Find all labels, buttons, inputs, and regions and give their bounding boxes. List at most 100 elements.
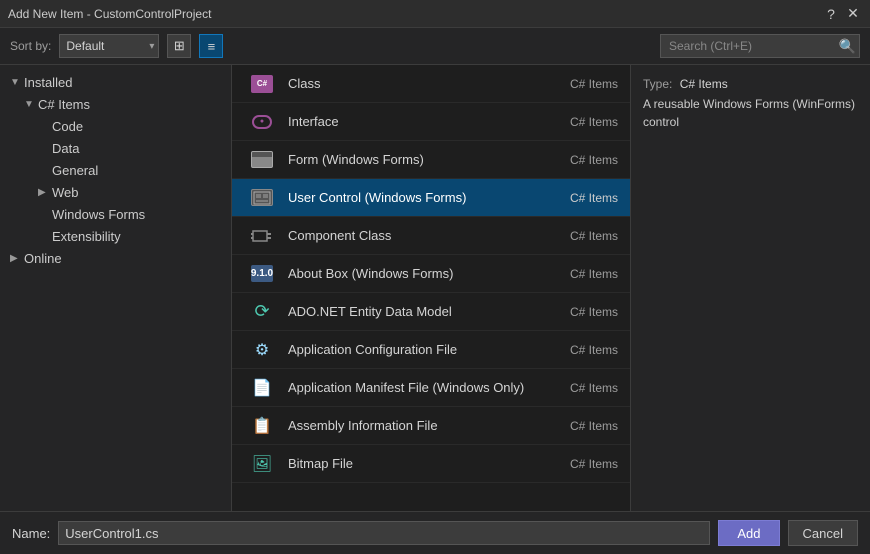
close-button[interactable]: ✕ [844,5,862,23]
form-icon [251,151,273,168]
sort-label: Sort by: [10,39,51,53]
name-label: Name: [12,526,50,541]
sidebar-item-general[interactable]: General [0,159,231,181]
about-icon: 9.1.0 [251,265,273,282]
item-icon-interface [244,107,280,137]
info-type-value: C# Items [680,77,728,91]
sidebar-item-windows-forms[interactable]: Windows Forms [0,203,231,225]
item-name-class: Class [288,76,570,91]
item-tag-component: C# Items [570,229,618,243]
item-icon-class [244,69,280,99]
web-arrow [38,187,52,198]
component-icon [251,227,273,244]
sidebar-item-csharp-items[interactable]: C# Items [0,93,231,115]
manifest-icon: 📄 [252,378,272,398]
sort-select-wrap: Default Name Date [59,34,159,58]
sidebar-item-web[interactable]: Web [0,181,231,203]
item-tag-bitmap: C# Items [570,457,618,471]
item-name-bitmap: Bitmap File [288,456,570,471]
usercontrol-icon [251,189,273,206]
item-tag-class: C# Items [570,77,618,91]
uc-svg [253,191,271,205]
item-tag-manifest: C# Items [570,381,618,395]
item-row[interactable]: Form (Windows Forms) C# Items [232,141,630,179]
dialog-content: Sort by: Default Name Date ⊞ ≡ 🔍 Install… [0,28,870,554]
item-row[interactable]: ⚙ Application Configuration File C# Item… [232,331,630,369]
csharp-items-arrow [24,99,38,110]
interface-icon [252,115,272,129]
config-icon: ⚙ [255,340,269,360]
info-description: A reusable Windows Forms (WinForms) cont… [643,95,858,131]
item-row[interactable]: Interface C# Items [232,103,630,141]
add-button[interactable]: Add [718,520,779,546]
sidebar-item-online[interactable]: Online [0,247,231,269]
sidebar-label-general: General [52,163,98,178]
item-name-component: Component Class [288,228,570,243]
sidebar-label-csharp-items: C# Items [38,97,90,112]
item-tag-about: C# Items [570,267,618,281]
installed-arrow [10,77,24,88]
item-tag-usercontrol: C# Items [570,191,618,205]
item-name-form: Form (Windows Forms) [288,152,570,167]
item-icon-manifest: 📄 [244,373,280,403]
item-name-about: About Box (Windows Forms) [288,266,570,281]
sidebar-item-data[interactable]: Data [0,137,231,159]
item-icon-bitmap: 🖼 [244,449,280,479]
item-icon-assembly: 📋 [244,411,280,441]
item-row[interactable]: ⟳ ADO.NET Entity Data Model C# Items [232,293,630,331]
grid-view-button[interactable]: ⊞ [167,34,191,58]
item-icon-ado: ⟳ [244,297,280,327]
cs-icon [251,75,273,93]
assembly-icon: 📋 [252,416,272,436]
item-row[interactable]: 📋 Assembly Information File C# Items [232,407,630,445]
item-row[interactable]: 📄 Application Manifest File (Windows Onl… [232,369,630,407]
items-panel: Class C# Items Interface C# Items Form (… [232,65,630,511]
item-tag-ado: C# Items [570,305,618,319]
item-tag-assembly: C# Items [570,419,618,433]
title-bar: Add New Item - CustomControlProject ? ✕ [0,0,870,28]
item-row[interactable]: Class C# Items [232,65,630,103]
online-arrow [10,253,24,264]
item-name-manifest: Application Manifest File (Windows Only) [288,380,570,395]
info-type-label: Type: C# Items [643,77,858,91]
item-icon-usercontrol [244,183,280,213]
comp-svg [251,227,273,245]
sidebar-label-extensibility: Extensibility [52,229,121,244]
sidebar-item-extensibility[interactable]: Extensibility [0,225,231,247]
search-icon[interactable]: 🔍 [839,38,856,55]
item-row[interactable]: 🖼 Bitmap File C# Items [232,445,630,483]
item-row[interactable]: 9.1.0 About Box (Windows Forms) C# Items [232,255,630,293]
sidebar-label-installed: Installed [24,75,72,90]
list-view-button[interactable]: ≡ [199,34,223,58]
item-name-assembly: Assembly Information File [288,418,570,433]
sidebar-item-code[interactable]: Code [0,115,231,137]
item-icon-form [244,145,280,175]
search-input[interactable] [660,34,860,58]
cancel-button[interactable]: Cancel [788,520,858,546]
item-name-interface: Interface [288,114,570,129]
item-icon-component [244,221,280,251]
item-icon-config: ⚙ [244,335,280,365]
bottom-bar: Name: Add Cancel [0,511,870,554]
sidebar-item-installed[interactable]: Installed [0,71,231,93]
sidebar: Installed C# Items Code Data General Web [0,65,232,511]
item-icon-about: 9.1.0 [244,259,280,289]
item-name-config: Application Configuration File [288,342,570,357]
sidebar-label-data: Data [52,141,79,156]
sort-select[interactable]: Default Name Date [59,34,159,58]
ado-icon: ⟳ [254,301,269,322]
items-list: Class C# Items Interface C# Items Form (… [232,65,630,511]
name-input[interactable] [58,521,710,545]
toolbar-row: Sort by: Default Name Date ⊞ ≡ 🔍 [0,28,870,65]
title-bar-controls: ? ✕ [822,5,862,23]
body-row: Installed C# Items Code Data General Web [0,65,870,511]
help-button[interactable]: ? [822,5,840,23]
item-name-ado: ADO.NET Entity Data Model [288,304,570,319]
search-wrap: 🔍 [660,34,860,58]
dialog-title: Add New Item - CustomControlProject [8,7,211,21]
item-name-usercontrol: User Control (Windows Forms) [288,190,570,205]
item-row[interactable]: User Control (Windows Forms) C# Items [232,179,630,217]
item-row[interactable]: Component Class C# Items [232,217,630,255]
sidebar-label-online: Online [24,251,62,266]
sidebar-label-code: Code [52,119,83,134]
